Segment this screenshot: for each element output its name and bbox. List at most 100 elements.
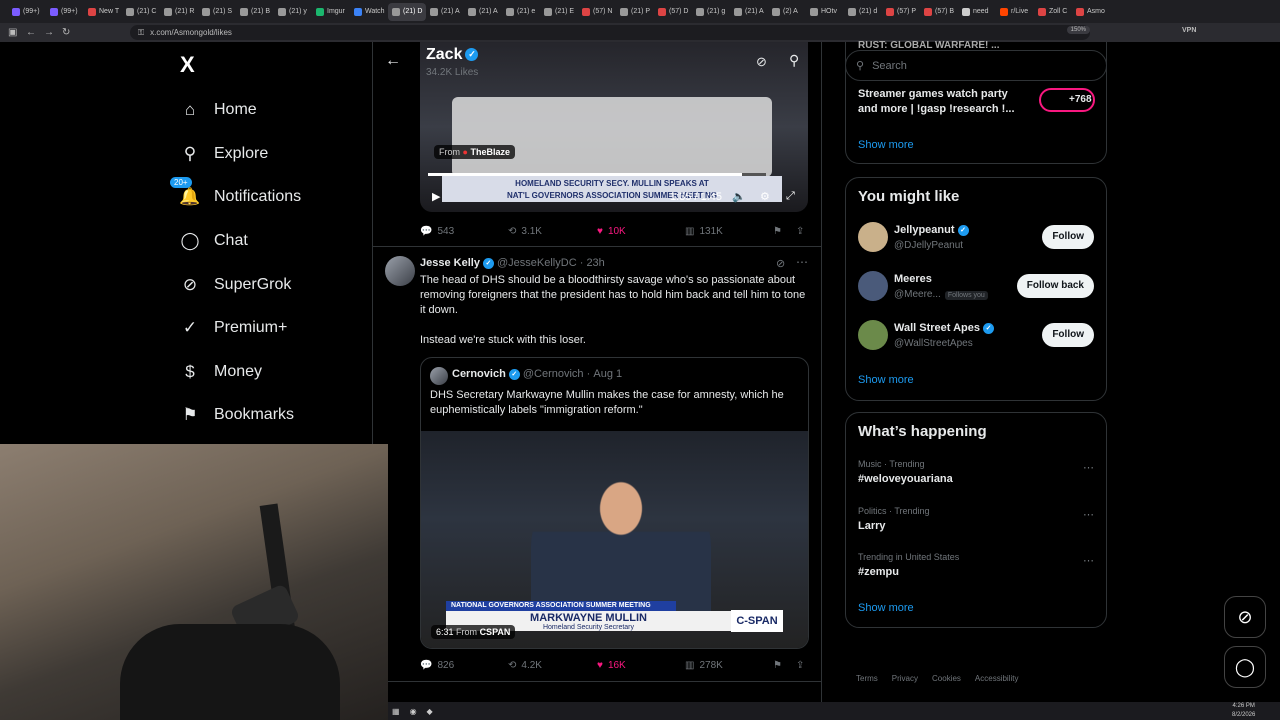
author-handle[interactable]: @JesseKellyDC bbox=[497, 257, 577, 269]
browser-tab[interactable]: (21) P bbox=[616, 3, 654, 21]
browser-tab[interactable]: New T bbox=[84, 3, 122, 21]
nav-notifications[interactable]: 🔔 20+ Notifications bbox=[170, 177, 301, 211]
back-icon[interactable]: ← bbox=[26, 27, 36, 38]
settings-icon[interactable]: ⚙ bbox=[760, 190, 770, 203]
bookmark-icon[interactable]: ⚑ bbox=[773, 660, 782, 671]
footer-link[interactable]: Accessibility bbox=[975, 674, 1019, 683]
browser-tab[interactable]: Watch bbox=[350, 3, 388, 21]
address-bar[interactable]: ⚿ x.com/Asmongold/likes 150% bbox=[130, 25, 1090, 40]
share-icon[interactable]: ⇪ bbox=[796, 226, 804, 237]
app-icon[interactable]: ◆ bbox=[427, 707, 433, 716]
video-player-2[interactable]: NATIONAL GOVERNORS ASSOCIATION SUMMER ME… bbox=[421, 431, 808, 648]
reply-button[interactable]: 💬 826 bbox=[420, 660, 454, 671]
avatar[interactable] bbox=[858, 271, 888, 301]
show-more-link[interactable]: Show more bbox=[858, 602, 914, 614]
clock[interactable]: 4:26 PM 8/2/2026 bbox=[1232, 702, 1255, 720]
browser-tab[interactable]: (2) A bbox=[768, 3, 806, 21]
more-icon[interactable]: ⋯ bbox=[1083, 508, 1094, 521]
follow-button[interactable]: Follow back bbox=[1016, 274, 1094, 298]
steam-icon[interactable]: ◉ bbox=[410, 707, 417, 716]
live-participants-badge[interactable]: +768 bbox=[1039, 88, 1095, 112]
windows-icon[interactable]: ▦ bbox=[392, 707, 400, 716]
repost-button[interactable]: ⟲ 4.2K bbox=[508, 660, 542, 671]
quoted-post[interactable]: Cernovich ✓ @Cernovich · Aug 1 DHS Secret… bbox=[420, 357, 809, 649]
browser-tab[interactable]: (21) B bbox=[236, 3, 274, 21]
nav-explore[interactable]: ⚲ Explore bbox=[180, 140, 268, 168]
views-button[interactable]: ▥ 278K bbox=[685, 660, 723, 671]
browser-tab[interactable]: (57) B bbox=[920, 3, 958, 21]
show-more-link[interactable]: Show more bbox=[858, 374, 914, 386]
nav-chat[interactable]: ◯ Chat bbox=[180, 227, 247, 255]
suggested-user-name[interactable]: Wall Street Apes ✓ bbox=[894, 322, 994, 334]
footer-link[interactable]: Terms bbox=[856, 674, 878, 683]
browser-tab[interactable]: (21) A bbox=[464, 3, 502, 21]
bookmark-icon[interactable]: ⚑ bbox=[773, 226, 782, 237]
like-button[interactable]: ♥ 16K bbox=[597, 660, 626, 671]
search-box[interactable]: ⚲ Search bbox=[845, 50, 1107, 81]
grok-icon[interactable]: ⊘ bbox=[776, 257, 785, 270]
more-icon[interactable]: ⋯ bbox=[796, 255, 808, 269]
grok-fab[interactable]: ⊘ bbox=[1224, 596, 1266, 638]
browser-tab[interactable]: (21) E bbox=[540, 3, 578, 21]
volume-icon[interactable]: 🔈 bbox=[732, 190, 746, 203]
like-button[interactable]: ♥ 10K bbox=[597, 226, 626, 237]
chat-fab[interactable]: ◯ bbox=[1224, 646, 1266, 688]
nav-bookmarks[interactable]: ⚑ Bookmarks bbox=[180, 401, 294, 429]
trend-name[interactable]: #weloveyouariana bbox=[858, 473, 953, 485]
grok-icon[interactable]: ⊘ bbox=[756, 54, 767, 70]
browser-tab[interactable]: (57) D bbox=[654, 3, 692, 21]
more-icon[interactable]: ⋯ bbox=[1083, 461, 1094, 474]
views-button[interactable]: ▥ 131K bbox=[685, 226, 723, 237]
more-icon[interactable]: ⋯ bbox=[1083, 554, 1094, 567]
post-time[interactable]: 23h bbox=[586, 257, 604, 269]
browser-tab[interactable]: (57) P bbox=[882, 3, 920, 21]
vpn-badge[interactable]: VPN bbox=[1182, 27, 1196, 34]
browser-tab[interactable]: HOtv bbox=[806, 3, 844, 21]
trend-name[interactable]: Larry bbox=[858, 520, 886, 532]
sidebar-toggle-icon[interactable]: ▣ bbox=[8, 27, 17, 38]
follow-button[interactable]: Follow bbox=[1042, 323, 1094, 347]
share-icon[interactable]: ⇪ bbox=[796, 660, 804, 671]
footer-link[interactable]: Privacy bbox=[892, 674, 918, 683]
browser-tab[interactable]: Zoll C bbox=[1034, 3, 1072, 21]
forward-icon[interactable]: → bbox=[44, 27, 54, 38]
browser-tab[interactable]: (21) e bbox=[502, 3, 540, 21]
browser-tab[interactable]: (21) R bbox=[160, 3, 198, 21]
video-source-tag[interactable]: 6:31 From CSPAN bbox=[431, 625, 516, 639]
avatar[interactable] bbox=[858, 222, 888, 252]
browser-tab[interactable]: (21) D bbox=[388, 2, 426, 21]
browser-tab[interactable]: (21) d bbox=[844, 3, 882, 21]
footer-link[interactable]: Cookies bbox=[932, 674, 961, 683]
browser-tab[interactable]: Asmo bbox=[1072, 3, 1110, 21]
avatar[interactable] bbox=[858, 320, 888, 350]
nav-premium[interactable]: ✓ Premium+ bbox=[180, 314, 287, 342]
author-name[interactable]: Jesse Kelly bbox=[420, 257, 480, 269]
browser-tab[interactable]: (21) S bbox=[198, 3, 236, 21]
nav-money[interactable]: $ Money bbox=[180, 358, 262, 386]
browser-tab[interactable]: (99+) bbox=[8, 3, 46, 21]
video-source-tag[interactable]: From ● TheBlaze bbox=[434, 145, 515, 159]
live-card-title[interactable]: Streamer games watch party and more | !g… bbox=[858, 87, 1023, 117]
browser-tab[interactable]: (99+) bbox=[46, 3, 84, 21]
avatar[interactable] bbox=[385, 256, 415, 286]
play-icon[interactable]: ▶ bbox=[432, 190, 440, 203]
x-logo[interactable]: X bbox=[180, 52, 195, 78]
suggested-user-name[interactable]: Jellypeanut ✓ bbox=[894, 224, 969, 236]
browser-tab[interactable]: (57) N bbox=[578, 3, 616, 21]
browser-tab[interactable]: (21) g bbox=[692, 3, 730, 21]
fullscreen-icon[interactable]: ⤢ bbox=[786, 190, 795, 203]
browser-tab[interactable]: r/Live bbox=[996, 3, 1034, 21]
browser-tab[interactable]: Imgur bbox=[312, 3, 350, 21]
nav-home[interactable]: ⌂ Home bbox=[180, 96, 257, 124]
trend-name[interactable]: #zempu bbox=[858, 566, 899, 578]
back-arrow-icon[interactable]: ← bbox=[385, 52, 401, 70]
show-more-link[interactable]: Show more bbox=[858, 139, 914, 151]
reload-icon[interactable]: ↻ bbox=[62, 27, 70, 38]
browser-tab[interactable]: (21) y bbox=[274, 3, 312, 21]
zoom-level[interactable]: 150% bbox=[1066, 26, 1090, 34]
browser-tab[interactable]: (21) A bbox=[426, 3, 464, 21]
follow-button[interactable]: Follow bbox=[1042, 225, 1094, 249]
browser-tab[interactable]: (21) C bbox=[122, 3, 160, 21]
suggested-user-name[interactable]: Meeres bbox=[894, 273, 932, 285]
browser-tab[interactable]: (21) A bbox=[730, 3, 768, 21]
